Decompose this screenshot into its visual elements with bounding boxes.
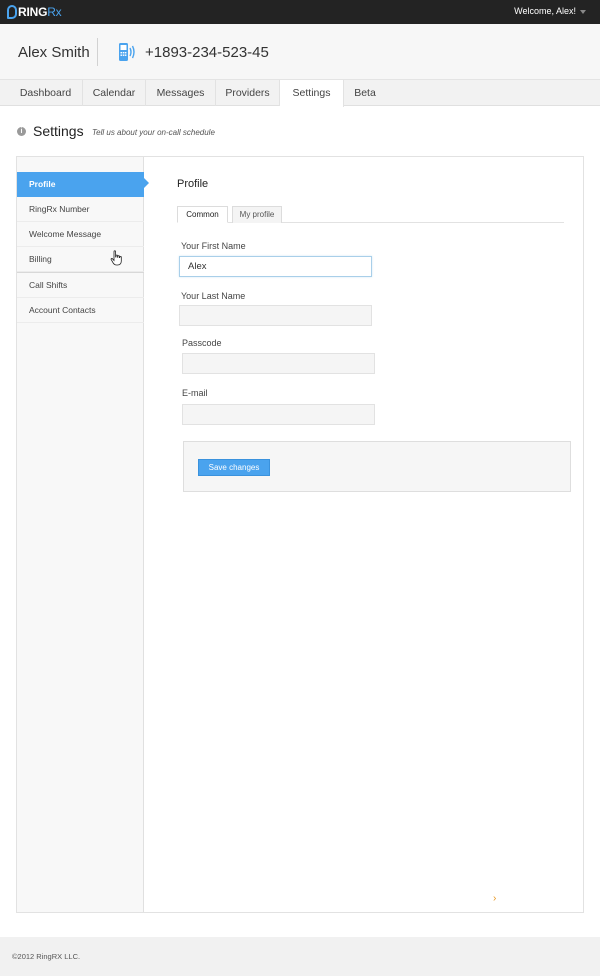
top-bar: RINGRx Welcome, Alex! [0,0,600,24]
email-input[interactable] [182,404,375,425]
info-icon: i [17,127,26,136]
chevron-down-icon[interactable] [580,10,586,14]
welcome-menu[interactable]: Welcome, Alex! [514,6,576,16]
phone-signal-icon [119,43,135,61]
form-actions: Save changes [183,441,571,492]
tab-dashboard[interactable]: Dashboard [9,80,83,106]
tab-calendar[interactable]: Calendar [83,80,146,106]
main-nav: Dashboard Calendar Messages Providers Se… [0,80,600,107]
sidebar-item-welcome-message[interactable]: Welcome Message [17,222,144,247]
tab-common[interactable]: Common [177,206,228,223]
ringrx-logo[interactable]: RINGRx [7,4,62,20]
passcode-label: Passcode [182,338,222,348]
copyright: ©2012 RingRX LLC. [12,952,81,961]
user-name: Alex Smith [18,44,90,61]
email-label: E-mail [182,388,208,398]
logo-accent-text: Rx [47,5,62,19]
active-item-arrow [144,178,149,188]
tab-my-profile[interactable]: My profile [232,206,282,223]
settings-sidebar: Profile RingRx Number Welcome Message Bi… [17,157,144,912]
save-changes-button[interactable]: Save changes [198,459,270,476]
content-title: Profile [177,178,209,190]
sidebar-item-call-shifts[interactable]: Call Shifts [17,273,144,298]
sidebar-item-billing[interactable]: Billing [17,247,144,272]
logo-main-text: RING [18,5,48,19]
sidebar-item-account-contacts[interactable]: Account Contacts [17,298,144,323]
logo-mark-icon [7,5,17,19]
first-name-label: Your First Name [181,241,246,251]
page-title: Settings [33,123,84,139]
passcode-input[interactable] [182,353,375,374]
last-name-label: Your Last Name [181,291,246,301]
sidebar-item-ringrx-number[interactable]: RingRx Number [17,197,144,222]
sidebar-item-profile[interactable]: Profile [17,172,144,197]
header-divider [97,38,98,66]
active-tab-pointer [305,105,315,110]
next-arrow-icon[interactable]: › [493,893,496,904]
footer: ©2012 RingRX LLC. [0,937,600,976]
tab-messages[interactable]: Messages [146,80,216,106]
page-subtitle: Tell us about your on-call schedule [92,128,215,137]
tab-settings[interactable]: Settings [280,80,344,107]
account-header: Alex Smith +1893-234-523-45 [0,24,600,80]
hand-cursor-icon [110,250,122,266]
last-name-input[interactable] [179,305,372,326]
phone-number: +1893-234-523-45 [145,44,269,61]
first-name-input[interactable] [179,256,372,277]
tab-providers[interactable]: Providers [216,80,280,106]
tab-beta[interactable]: Beta [344,80,386,106]
